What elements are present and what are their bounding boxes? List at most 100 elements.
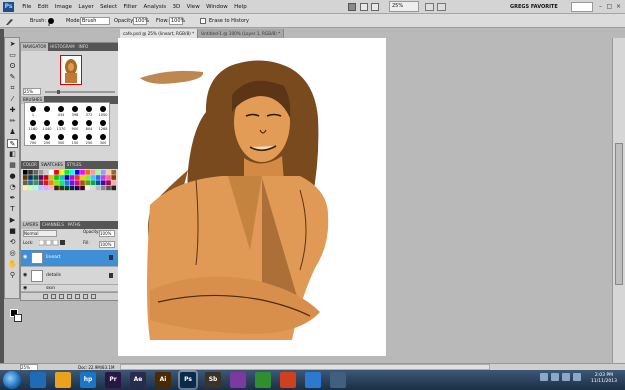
marquee-tool-icon[interactable]: ▭ bbox=[7, 51, 18, 60]
color-swatch[interactable] bbox=[49, 180, 54, 185]
taskbar-app-icon[interactable] bbox=[280, 372, 296, 388]
layer-opacity-field[interactable]: 100% bbox=[99, 230, 115, 237]
color-swatch[interactable] bbox=[64, 180, 70, 185]
color-swatch[interactable] bbox=[49, 170, 54, 175]
color-swatch[interactable] bbox=[59, 175, 64, 180]
brush-preset[interactable]: 1 bbox=[26, 104, 40, 118]
color-swatch[interactable] bbox=[33, 185, 38, 191]
color-swatch[interactable] bbox=[43, 170, 49, 175]
tab-channels[interactable]: CHANNELS bbox=[40, 221, 66, 229]
color-swatch[interactable] bbox=[95, 180, 101, 185]
delete-layer-icon[interactable] bbox=[91, 294, 96, 299]
color-swatch[interactable] bbox=[54, 180, 59, 185]
color-swatch[interactable] bbox=[95, 175, 101, 180]
color-swatch[interactable] bbox=[90, 185, 96, 191]
taskbar-app-icon[interactable] bbox=[30, 372, 46, 388]
color-swatch[interactable] bbox=[43, 185, 49, 191]
crop-tool-icon[interactable]: ⌗ bbox=[7, 84, 18, 93]
color-swatch[interactable] bbox=[23, 175, 28, 180]
color-swatch[interactable] bbox=[80, 185, 85, 191]
vertical-scrollbar[interactable] bbox=[612, 38, 625, 363]
color-swatch[interactable] bbox=[23, 180, 28, 185]
menu-analysis[interactable]: Analysis bbox=[140, 0, 169, 14]
taskbar-app-icon[interactable]: Sb bbox=[205, 372, 221, 388]
flag-icon[interactable] bbox=[573, 373, 581, 381]
color-swatch[interactable] bbox=[101, 175, 106, 180]
brush-preset[interactable]: 1370 bbox=[54, 118, 68, 132]
tab-histogram[interactable]: HISTOGRAM bbox=[48, 43, 76, 51]
color-swatch[interactable] bbox=[75, 175, 80, 180]
brush-preset[interactable]: 250 bbox=[40, 132, 54, 146]
navigator-zoom-slider[interactable] bbox=[45, 90, 115, 94]
visibility-eye-icon[interactable]: ◉ bbox=[23, 273, 29, 278]
tab-document-cafe[interactable]: cafe.psd @ 25% (lineart, RGB/8) * bbox=[120, 29, 199, 38]
color-swatch[interactable] bbox=[101, 170, 106, 175]
color-swatch[interactable] bbox=[85, 170, 90, 175]
brush-preset[interactable]: 1050 bbox=[96, 104, 110, 118]
color-swatch[interactable] bbox=[49, 185, 54, 191]
close-icon[interactable]: × bbox=[615, 2, 622, 11]
color-swatch[interactable] bbox=[23, 185, 28, 191]
navigator-thumbnail[interactable] bbox=[60, 55, 82, 85]
menu-filter[interactable]: Filter bbox=[120, 0, 140, 14]
brush-preset[interactable]: 700 bbox=[26, 132, 40, 146]
healing-tool-icon[interactable]: ✚ bbox=[7, 106, 18, 115]
menu-view[interactable]: View bbox=[183, 0, 202, 14]
zoom-icon[interactable] bbox=[371, 3, 379, 11]
blur-tool-icon[interactable]: ● bbox=[7, 172, 18, 181]
menu-layer[interactable]: Layer bbox=[75, 0, 97, 14]
color-swatch[interactable] bbox=[28, 180, 33, 185]
color-swatch[interactable] bbox=[111, 185, 116, 191]
blend-mode-select[interactable]: Normal bbox=[23, 230, 57, 237]
type-tool-icon[interactable]: T bbox=[7, 205, 18, 214]
3d-orbit-tool-icon[interactable]: ◎ bbox=[7, 249, 18, 258]
menu-select[interactable]: Select bbox=[97, 0, 120, 14]
brush-preset[interactable]: 1268 bbox=[96, 118, 110, 132]
clock[interactable]: 2:03 PM 11/11/2013 bbox=[584, 370, 624, 390]
link-layers-icon[interactable] bbox=[43, 294, 48, 299]
color-swatch[interactable] bbox=[95, 185, 101, 191]
fill-field[interactable]: 100% bbox=[99, 241, 115, 248]
color-swatch[interactable] bbox=[80, 180, 85, 185]
color-swatch[interactable] bbox=[38, 185, 44, 191]
color-swatch[interactable] bbox=[80, 175, 85, 180]
swatch-grid[interactable] bbox=[21, 168, 118, 210]
color-swatch[interactable] bbox=[106, 185, 111, 191]
document-canvas[interactable] bbox=[118, 38, 612, 363]
color-swatch[interactable] bbox=[38, 175, 44, 180]
color-swatch[interactable] bbox=[43, 175, 49, 180]
color-swatch[interactable] bbox=[33, 180, 38, 185]
color-swatch[interactable] bbox=[43, 180, 49, 185]
menu-help[interactable]: Help bbox=[231, 0, 250, 14]
taskbar-app-icon[interactable]: Ps bbox=[180, 372, 196, 388]
tab-layers[interactable]: LAYERS bbox=[21, 221, 41, 229]
brush-preset[interactable]: 398 bbox=[68, 104, 82, 118]
zoom-level-field[interactable]: 25% bbox=[389, 1, 419, 12]
color-swatch[interactable] bbox=[49, 175, 54, 180]
taskbar-app-icon[interactable] bbox=[230, 372, 246, 388]
pen-tool-icon[interactable]: ✒ bbox=[7, 194, 18, 203]
background-color-swatch[interactable] bbox=[14, 314, 22, 322]
color-swatch[interactable] bbox=[106, 175, 111, 180]
color-swatch[interactable] bbox=[80, 170, 85, 175]
color-swatch[interactable] bbox=[33, 175, 38, 180]
flow-field[interactable]: 100% bbox=[169, 17, 185, 25]
layer-row-details[interactable]: ◉ details bbox=[21, 268, 118, 285]
volume-icon[interactable] bbox=[562, 373, 570, 381]
vertical-scroll-thumb[interactable] bbox=[615, 143, 623, 285]
color-swatch[interactable] bbox=[95, 170, 101, 175]
history-brush-tool-icon[interactable]: ✎ bbox=[7, 139, 18, 148]
menu-image[interactable]: Image bbox=[52, 0, 76, 14]
move-tool-icon[interactable]: ➤ bbox=[7, 40, 18, 49]
3d-rotate-tool-icon[interactable]: ⟲ bbox=[7, 238, 18, 247]
taskbar-app-icon[interactable] bbox=[55, 372, 71, 388]
color-swatch[interactable] bbox=[101, 185, 106, 191]
color-swatch[interactable] bbox=[85, 180, 90, 185]
arrange-documents-icon[interactable] bbox=[425, 3, 434, 11]
color-swatch[interactable] bbox=[28, 175, 33, 180]
color-swatch[interactable] bbox=[69, 170, 75, 175]
color-swatch[interactable] bbox=[90, 180, 96, 185]
minimize-icon[interactable]: – bbox=[597, 2, 604, 11]
menu-window[interactable]: Window bbox=[203, 0, 231, 14]
lasso-tool-icon[interactable]: ʘ bbox=[7, 62, 18, 71]
